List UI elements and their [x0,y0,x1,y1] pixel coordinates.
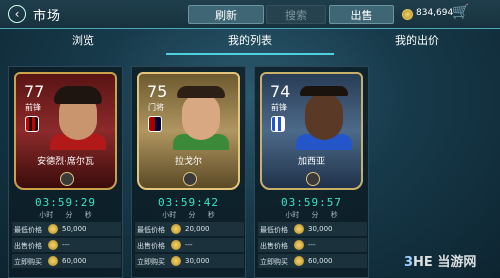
coin-icon [294,240,304,250]
buy-now-label: 立即购买 [137,258,165,266]
refresh-button[interactable]: 刷新 [188,5,264,24]
buy-now-value: 60,000 [308,257,333,265]
min-price-row: 最低价格 50,000 [12,222,121,236]
min-price-row: 最低价格 30,000 [258,222,367,236]
cart-icon[interactable]: 🛒 [452,4,469,20]
timer-units: 小时 分 秒 [285,211,338,219]
sell-button[interactable]: 出售 [329,5,394,24]
min-price-row: 最低价格 20,000 [135,222,244,236]
bid-price-label: 出售价格 [137,242,165,250]
player-portrait [296,86,352,150]
coin-icon [402,9,413,20]
min-price-value: 50,000 [62,225,87,233]
player-name: 拉戈尔 [174,157,202,167]
bid-price-label: 出售价格 [14,242,42,250]
timer-units: 小时 分 秒 [39,211,92,219]
bid-price-row: 出售价格 --- [135,238,244,252]
coin-icon [171,224,181,234]
player-card: 74 前锋 加西亚 [260,72,363,190]
bid-price-row: 出售价格 --- [12,238,121,252]
coin-icon [48,256,58,266]
coin-icon [294,224,304,234]
buy-now-row: 立即购买 30,000 [135,254,244,268]
player-card: 77 前锋 安德烈·席尔瓦 [14,72,117,190]
tab-my-list[interactable]: 我的列表 [166,29,334,55]
coin-icon [294,256,304,266]
tab-browse[interactable]: 浏览 [0,29,166,55]
buy-now-label: 立即购买 [14,258,42,266]
tab-bar: 浏览 我的列表 我的出价 [0,29,500,55]
listing-card[interactable]: 75 门将 拉戈尔 03:59:42 小时 分 秒 最低价格 20,000 出售… [131,66,246,278]
chemistry-icon [306,172,320,186]
countdown-timer: 03:59:42 [158,196,219,209]
player-name: 安德烈·席尔瓦 [37,157,94,167]
player-position: 门将 [148,103,164,112]
top-bar: ‹ 市场 刷新 搜索 出售 834,694 🛒 [0,0,500,29]
bid-price-value: --- [185,241,193,249]
chemistry-icon [60,172,74,186]
min-price-label: 最低价格 [14,226,42,234]
buy-now-value: 60,000 [62,257,87,265]
listing-card[interactable]: 77 前锋 安德烈·席尔瓦 03:59:29 小时 分 秒 最低价格 50,00… [8,66,123,278]
bid-price-row: 出售价格 --- [258,238,367,252]
player-portrait [173,86,229,150]
site-watermark: 3HE 当游网 [404,255,477,270]
player-portrait [50,86,106,150]
club-crest-icon [271,116,285,132]
coin-icon [171,256,181,266]
player-rating: 74 [270,82,291,101]
coin-icon [48,224,58,234]
timer-units: 小时 分 秒 [162,211,215,219]
coin-icon [48,240,58,250]
player-position: 前锋 [271,103,287,112]
player-position: 前锋 [25,103,41,112]
bid-price-label: 出售价格 [260,242,288,250]
page-title: 市场 [33,9,62,24]
back-arrow-icon[interactable]: ‹ [8,5,26,23]
countdown-timer: 03:59:29 [35,196,96,209]
buy-now-value: 30,000 [185,257,210,265]
club-crest-icon [148,116,162,132]
bid-price-value: --- [308,241,316,249]
chemistry-icon [183,172,197,186]
player-rating: 75 [147,82,168,101]
countdown-timer: 03:59:57 [281,196,342,209]
player-name: 加西亚 [297,157,325,167]
player-rating: 77 [24,82,45,101]
min-price-value: 20,000 [185,225,210,233]
coin-icon [171,240,181,250]
player-card: 75 门将 拉戈尔 [137,72,240,190]
min-price-label: 最低价格 [260,226,288,234]
club-crest-icon [25,116,39,132]
tab-my-bids[interactable]: 我的出价 [334,29,500,55]
bid-price-value: --- [62,241,70,249]
coin-balance: 834,694 [416,8,454,18]
min-price-value: 30,000 [308,225,333,233]
buy-now-row: 立即购买 60,000 [12,254,121,268]
search-button[interactable]: 搜索 [266,5,326,24]
buy-now-label: 立即购买 [260,258,288,266]
min-price-label: 最低价格 [137,226,165,234]
buy-now-row: 立即购买 60,000 [258,254,367,268]
listing-card[interactable]: 74 前锋 加西亚 03:59:57 小时 分 秒 最低价格 30,000 出售… [254,66,369,278]
